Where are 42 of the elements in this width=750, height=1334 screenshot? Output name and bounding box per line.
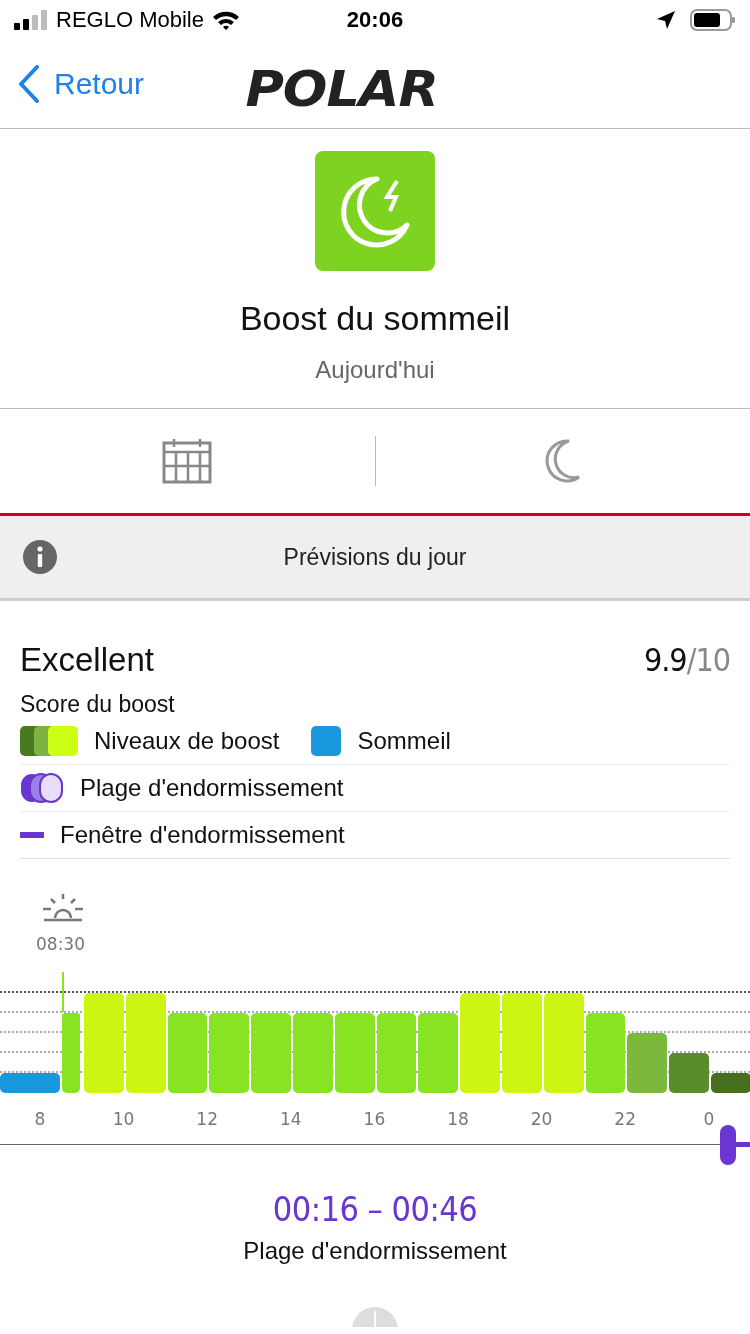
- wake-time: 08:30: [36, 934, 85, 954]
- rating-label: Excellent: [20, 641, 154, 679]
- hour-label: 16: [363, 1109, 386, 1129]
- sleep-boost-icon: [315, 151, 435, 271]
- legend-label: Sommeil: [357, 727, 451, 755]
- hour-label: 14: [280, 1109, 302, 1129]
- boost-bar: [711, 1073, 750, 1093]
- calendar-icon[interactable]: [162, 438, 213, 484]
- hour-label: 10: [112, 1109, 135, 1129]
- wifi-icon: [211, 10, 240, 30]
- hour-label: 22: [614, 1109, 636, 1129]
- legend-label: Niveaux de boost: [94, 727, 280, 755]
- sleep-swatch-icon: [311, 726, 342, 756]
- hour-label: 12: [196, 1109, 218, 1129]
- date-label: Aujourd'hui: [315, 356, 435, 384]
- hour-label: 18: [447, 1109, 469, 1129]
- brand-logo: POLAR: [245, 60, 438, 118]
- sleep-bar: [0, 1073, 60, 1093]
- range-handle[interactable]: [720, 1125, 750, 1165]
- boost-levels-swatch-icon: [20, 726, 78, 756]
- boost-score: 9.9/10: [643, 641, 730, 679]
- signal-icon: [14, 10, 48, 30]
- legend-label: Plage d'endormissement: [80, 774, 344, 802]
- info-icon[interactable]: [22, 539, 58, 575]
- sunrise-icon: [42, 893, 84, 923]
- sleep-range-time: 00:16 – 00:46: [272, 1189, 478, 1229]
- moon-icon[interactable]: [544, 439, 581, 483]
- location-icon: [656, 10, 676, 30]
- battery-icon: [690, 8, 736, 32]
- sleep-range-label: Plage d'endormissement: [243, 1237, 507, 1265]
- hour-label: 20: [530, 1109, 553, 1129]
- back-chevron-icon: [18, 65, 40, 103]
- legend-label: Fenêtre d'endormissement: [60, 821, 345, 849]
- carrier-name: REGLO Mobile: [56, 7, 204, 33]
- clock-time: 20:06: [346, 7, 404, 33]
- section-title: Prévisions du jour: [283, 543, 467, 571]
- page-title: Boost du sommeil: [239, 299, 511, 338]
- hour-label: 0: [703, 1109, 715, 1129]
- hour-label: 8: [34, 1109, 46, 1129]
- sleep-range-swatch-icon: [20, 773, 64, 803]
- back-button[interactable]: Retour: [0, 54, 145, 114]
- score-label: Score du boost: [20, 691, 176, 718]
